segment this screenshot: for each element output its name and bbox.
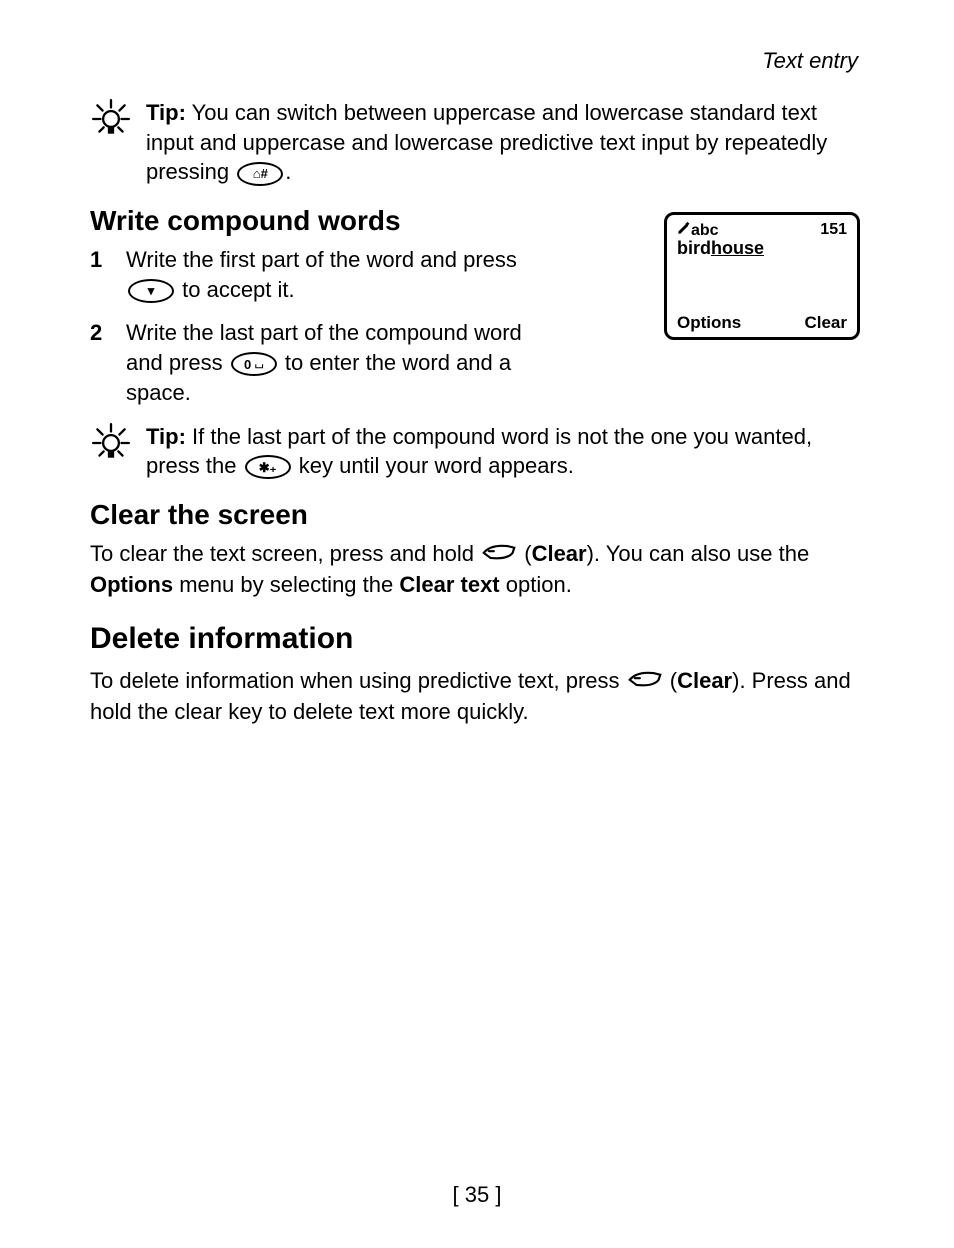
clear-after: option. [500,572,572,597]
phone-word: birdhouse [677,238,847,259]
phone-screen-figure: abc 151 birdhouse Options Clear [664,212,860,340]
tip2-after: key until your word appears. [299,453,574,478]
phone-softkey-right: Clear [804,313,847,333]
delete-clear-word: Clear [677,668,732,693]
cleartext-word: Clear text [399,572,499,597]
delete-open: ( [664,668,677,693]
tip-block-2: Tip: If the last part of the compound wo… [90,422,864,481]
phone-softkey-left: Options [677,313,741,333]
tip-label: Tip: [146,424,186,449]
right-softkey-icon [628,667,662,697]
lightbulb-tip-icon [90,422,138,481]
tip1-after: . [285,159,291,184]
lightbulb-tip-icon [90,98,138,187]
delete-paragraph: To delete information when using predict… [90,666,864,727]
tip-label: Tip: [146,100,186,125]
heading-clear: Clear the screen [90,499,864,531]
clear-close: ). You can also use the [587,541,810,566]
step1-before: Write the first part of the word and pre… [126,247,517,272]
phone-word-prefix: bird [677,238,711,258]
right-softkey-icon [482,540,516,570]
step-number: 1 [90,245,126,304]
clear-paragraph: To clear the text screen, press and hold… [90,539,864,600]
phone-char-count: 151 [820,221,847,239]
page-number: [ 35 ] [0,1182,954,1208]
hash-key-icon [237,162,283,186]
delete-before: To delete information when using predict… [90,668,626,693]
phone-mode-text: abc [691,222,719,239]
tip-block-1: Tip: You can switch between uppercase an… [90,98,864,187]
step-1: 1 Write the first part of the word and p… [90,245,530,304]
step-number: 2 [90,318,126,407]
clear-word: Clear [532,541,587,566]
clear-mid: menu by selecting the [173,572,399,597]
compound-steps: 1 Write the first part of the word and p… [90,245,530,407]
down-key-icon: ▾ [128,279,174,303]
clear-open: ( [518,541,531,566]
step-2: 2 Write the last part of the compound wo… [90,318,530,407]
page-header-label: Text entry [90,48,858,74]
star-key-icon [245,455,291,479]
phone-word-underlined: house [711,238,764,258]
heading-delete: Delete information [90,622,864,656]
step1-after: to accept it. [182,277,295,302]
pencil-mode-icon [677,221,691,235]
clear-before: To clear the text screen, press and hold [90,541,480,566]
zero-space-key-icon: 0 ⏘ [231,352,277,376]
options-word: Options [90,572,173,597]
